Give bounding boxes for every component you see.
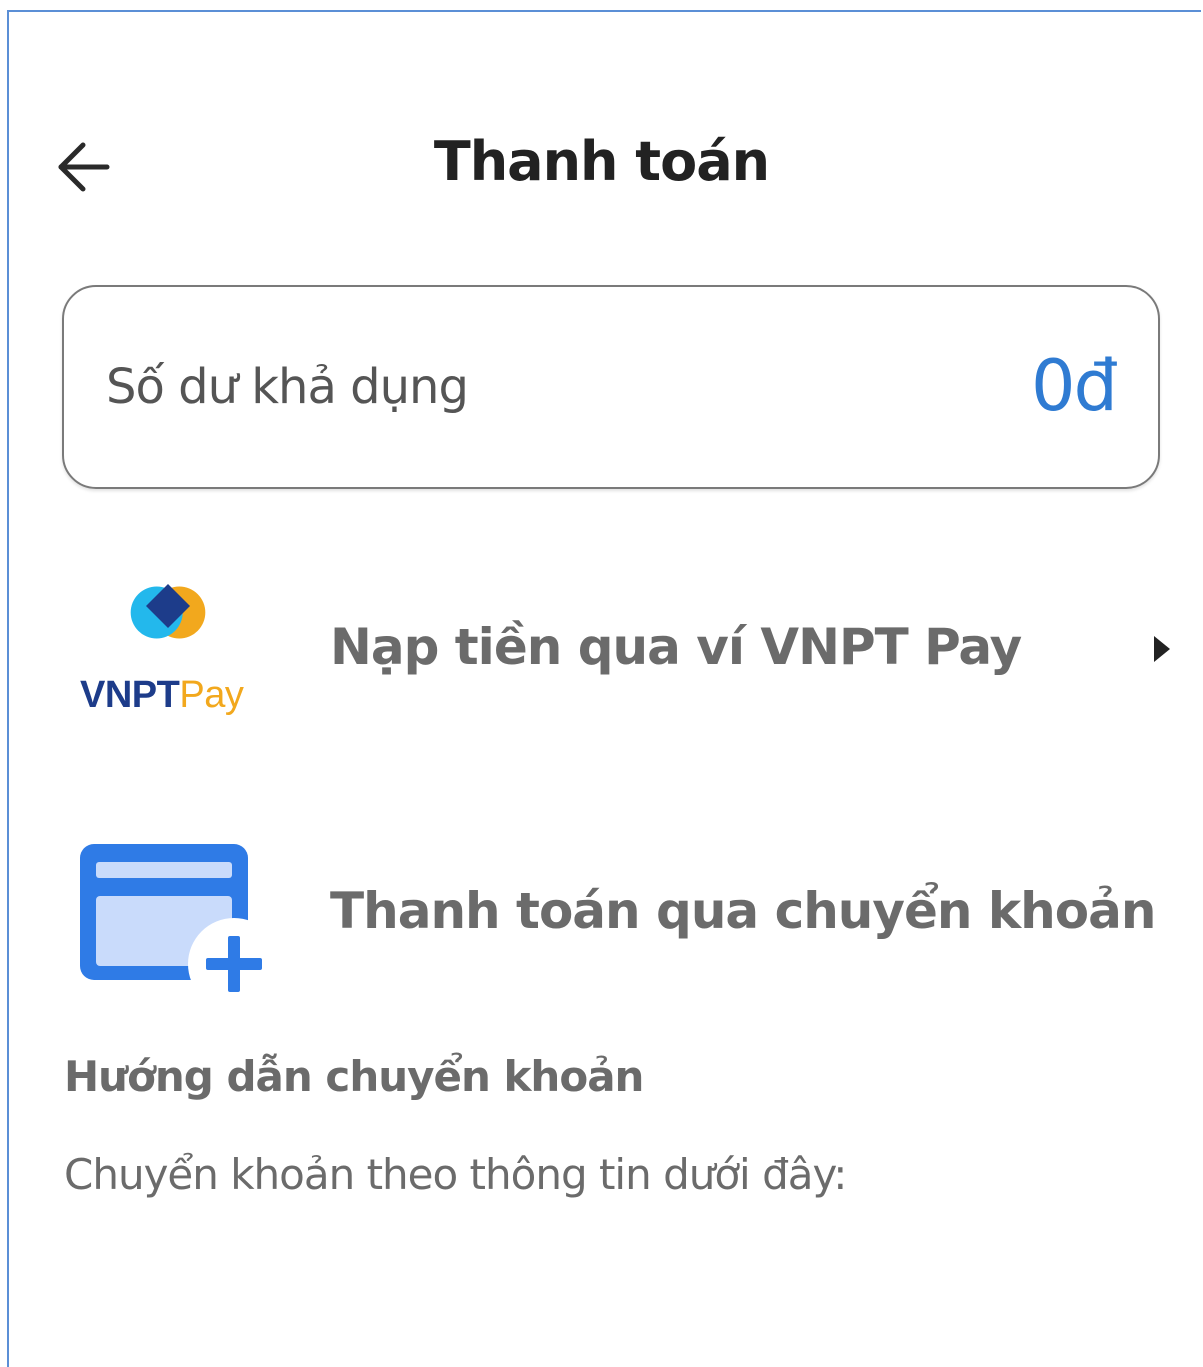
page-title: Thanh toán <box>433 130 770 193</box>
bank-transfer-label: Thanh toán qua chuyển khoản <box>330 882 1156 940</box>
topup-vnpt-pay-label: Nạp tiền qua ví VNPT Pay <box>330 618 1022 676</box>
balance-card: Số dư khả dụng 0đ <box>62 285 1160 489</box>
vnpt-wordmark-secondary: Pay <box>179 674 244 716</box>
balance-label: Số dư khả dụng <box>106 359 469 415</box>
bank-transfer-option[interactable]: Thanh toán qua chuyển khoản <box>62 820 1172 1010</box>
transfer-guide-title: Hướng dẫn chuyển khoản <box>64 1052 644 1101</box>
vnpt-heart-icon <box>130 584 206 639</box>
card-add-svg <box>80 844 280 1010</box>
topup-vnpt-pay-option[interactable]: VNPTPay Nạp tiền qua ví VNPT Pay <box>62 548 1172 738</box>
chevron-right-icon <box>1154 636 1170 662</box>
vnpt-pay-wordmark: VNPTPay <box>80 674 244 717</box>
vnpt-pay-logo: VNPTPay <box>62 548 282 738</box>
card-add-icon <box>62 820 282 1010</box>
app-header: Thanh toán <box>0 120 1203 216</box>
transfer-guide-text: Chuyển khoản theo thông tin dưới đây: <box>64 1150 847 1199</box>
balance-value: 0đ <box>1031 345 1118 427</box>
vnpt-wordmark-primary: VNPT <box>80 674 180 716</box>
